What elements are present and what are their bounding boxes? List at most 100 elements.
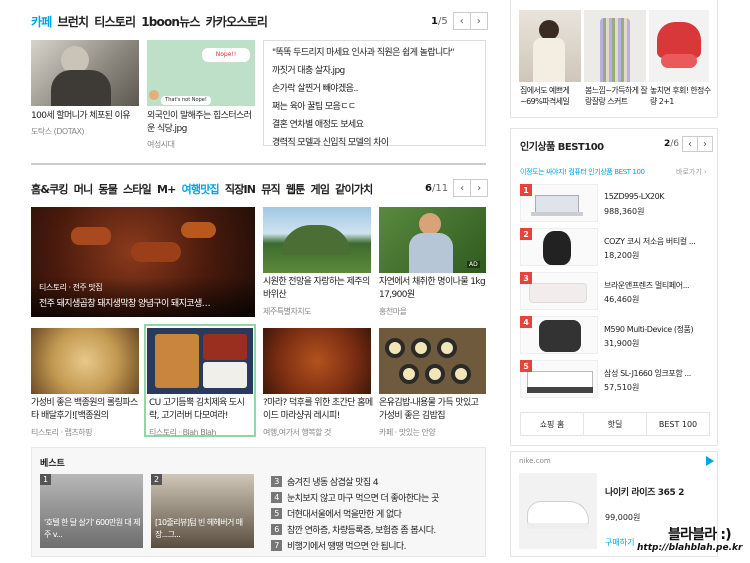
tab-cafe[interactable]: 카페 (31, 13, 52, 30)
best100-subtitle[interactable]: 이정도는 싸야지! 컴퓨터 인기상품 BEST 100 (520, 167, 645, 177)
card-title[interactable]: 자연에서 채취한 명이나물 1kg 17,900원 (379, 276, 487, 302)
list-item[interactable]: 경력직 모델과 신입직 모델의 차이 (272, 134, 454, 152)
ad-product-image[interactable] (519, 473, 597, 549)
best-list-item[interactable]: 3 숨겨진 냉동 삼겹살 맛집 4 (271, 473, 439, 489)
chevron-left-icon: ‹ (460, 182, 465, 194)
product-image[interactable] (584, 10, 646, 82)
tab-home-cooking[interactable]: 홈&쿠킹 (31, 181, 69, 197)
tab-kakaostory[interactable]: 카카오스토리 (206, 13, 268, 30)
list-item[interactable]: "똑똑 두드리지 마세요 인사과 직원은 쉽게 놀랍니다" (272, 44, 455, 62)
card-title[interactable]: 가성비 좋은 백종원의 롤링파스타 배달후기![백종원의 (31, 397, 141, 423)
card-thumbnail[interactable] (147, 328, 253, 394)
tab-hotdeal[interactable]: 핫딜 (584, 413, 647, 435)
card-title[interactable]: ?마라? 덕후를 위한 초간단 홈메이드 마라샹궈 레시피! (263, 397, 373, 423)
list-item[interactable]: 손가락 살찐거 빼야겠음.. (272, 80, 454, 98)
product-title[interactable]: 놓치면 후회! 한정수량 2+1 (650, 85, 714, 107)
tab-tistory[interactable]: 티스토리 (94, 13, 136, 30)
tab-work[interactable]: 직장IN (225, 181, 256, 197)
tab-style[interactable]: 스타일 (123, 181, 152, 197)
product-price: 57,510원 (604, 383, 640, 392)
page-total: /5 (437, 15, 448, 27)
card-title[interactable]: CU 고기듬뿍 김치제육 도시락, 고기러버 다모여라! (149, 397, 253, 423)
card-title[interactable]: 100세 할머니가 체포된 이유 (31, 110, 141, 123)
ad-price: 99,000원 (605, 513, 641, 522)
best-list-item[interactable]: 4 눈치보지 않고 마구 먹으면 더 좋아한다는 곳 (271, 489, 439, 505)
tab-1boon[interactable]: 1boon뉴스 (141, 13, 200, 30)
next-button[interactable]: › (470, 179, 489, 197)
tab-shopping-home[interactable]: 쇼핑 홈 (521, 413, 584, 435)
list-item[interactable]: 까짓거 대충 살자.jpg (272, 62, 454, 80)
product-name: 15ZD995-LX20K (604, 192, 665, 201)
tab-webtoon[interactable]: 웹툰 (286, 181, 305, 197)
tab-animal[interactable]: 동물 (98, 181, 117, 197)
ad-cta-link[interactable]: 구매하기 (605, 537, 634, 548)
card-thumbnail[interactable] (263, 328, 371, 394)
card-thumbnail[interactable] (263, 207, 371, 273)
card-title[interactable]: 시원한 전망을 자랑하는 제주의 바위산 (263, 276, 373, 302)
product-image[interactable] (649, 10, 709, 82)
best-list-text: 비행기에서 땡땡 먹으면 안 됩니다. (287, 541, 406, 552)
rank-badge: 1 (40, 474, 51, 485)
prev-button[interactable]: ‹ (452, 12, 471, 30)
tab-together[interactable]: 같이가치 (335, 181, 373, 197)
best100-more-link[interactable]: 바로가기 › (676, 167, 707, 177)
rank-badge: 3 (520, 272, 532, 284)
ad-product-name[interactable]: 나이키 라이즈 365 2 (605, 485, 684, 498)
ad-domain[interactable]: nike.com (519, 457, 551, 465)
chevron-right-icon: › (703, 138, 708, 150)
best100-item[interactable]: 3 브라운앤프렌즈 멀티페어... 46,460원 (520, 272, 710, 310)
cafe-pager: 1/5 ‹ › (431, 12, 488, 30)
card-source: 여행,여가서 행복할 것 (263, 428, 331, 437)
page-total: /6 (670, 139, 680, 149)
card-thumbnail[interactable] (31, 328, 139, 394)
tab-game[interactable]: 게임 (311, 181, 330, 197)
best100-item[interactable]: 1 15ZD995-LX20K 988,360원 (520, 184, 710, 222)
category-tabs: 홈&쿠킹 머니 동물 스타일 M+ 여행맛집 직장IN 뮤직 웹툰 게임 같이가… (31, 181, 373, 197)
list-item[interactable]: 결혼 연차별 애정도 보세요 (272, 116, 454, 134)
ad-choices-icon[interactable] (706, 456, 714, 466)
main-card-title[interactable]: 전주 돼지생곱창 돼지생막창 양념구이 돼지코생… (39, 296, 211, 309)
card-thumbnail[interactable] (379, 328, 486, 394)
rank-badge: 7 (271, 539, 282, 551)
card-title[interactable]: 외국인이 말해주는 힙스터스러운 식당.jpg (147, 110, 257, 136)
card-thumbnail[interactable] (31, 40, 139, 106)
best-card-image[interactable]: 2 [10줄리뷰]텀 빈 헤헤버거 매장...그... (151, 474, 254, 548)
card-thumbnail[interactable]: Nope!! That's not Nope! (147, 40, 255, 106)
best-list-item[interactable]: 5 더현대서울에서 먹을만한 게 없다 (271, 505, 439, 521)
cafe-list: "똑똑 두드리지 마세요 인사과 직원은 쉽게 놀랍니다" 까짓거 대충 살자.… (272, 44, 455, 152)
product-name: 브라운앤프렌즈 멀티페어... (604, 281, 690, 290)
best100-title: 인기상품 BEST100 (520, 142, 604, 153)
product-name: COZY 코시 저소음 버티컬 ... (604, 237, 696, 246)
next-button[interactable]: › (697, 136, 714, 152)
rank-badge: 1 (520, 184, 532, 196)
tab-brunch[interactable]: 브런치 (57, 13, 89, 30)
rank-badge: 3 (271, 475, 282, 487)
tab-mplus[interactable]: M+ (157, 183, 176, 196)
best100-item[interactable]: 5 삼성 SL-J1660 잉크포함 ... 57,510원 (520, 360, 710, 398)
main-card-image[interactable]: 티스토리 · 전주 맛집 전주 돼지생곱창 돼지생막창 양념구이 돼지코생… (31, 207, 255, 317)
best-list-text: 눈치보지 않고 마구 먹으면 더 좋아한다는 곳 (287, 493, 439, 504)
best-list-item[interactable]: 7 비행기에서 땡땡 먹으면 안 됩니다. (271, 537, 439, 553)
list-item[interactable]: 쩌는 육아 꿀팁 모음ㄷㄷ (272, 98, 454, 116)
best100-item[interactable]: 4 M590 Multi-Device (정품) 31,900원 (520, 316, 710, 354)
card-source: 여성시대 (147, 140, 175, 149)
tab-travel-food[interactable]: 여행맛집 (182, 181, 220, 197)
watermark-url: http://blahblah.pe.kr (637, 543, 743, 553)
prev-button[interactable]: ‹ (453, 179, 472, 197)
best-card-image[interactable]: 1 '호텔 한 달 살기' 600만원 대 제주 v... (40, 474, 143, 548)
product-title[interactable]: 봄느낌~가득하게 잘랑잘랑 스커트 (585, 85, 649, 107)
best-list-item[interactable]: 6 참깐 연하증, 차량등록증, 보험증 좀 봅시다. (271, 521, 439, 537)
best-list-text: 더현대서울에서 먹을만한 게 없다 (287, 509, 402, 520)
product-title[interactable]: 집에서도 예쁘게 ~69%파격세일 (520, 85, 584, 107)
tab-money[interactable]: 머니 (74, 181, 93, 197)
best100-bottom-tabs: 쇼핑 홈 핫딜 BEST 100 (520, 412, 710, 436)
next-button[interactable]: › (469, 12, 488, 30)
card-title[interactable]: 온유김밥-내용물 가득 맛있고 가성비 좋은 김밥집 (379, 397, 487, 423)
tab-music[interactable]: 뮤직 (261, 181, 280, 197)
product-image[interactable] (519, 10, 581, 82)
card-thumbnail[interactable]: AD (379, 207, 486, 273)
tab-best100[interactable]: BEST 100 (647, 413, 709, 435)
watermark-title: 블라블라 :) (668, 527, 732, 543)
prev-button[interactable]: ‹ (682, 136, 699, 152)
best100-item[interactable]: 2 COZY 코시 저소음 버티컬 ... 18,200원 (520, 228, 710, 266)
